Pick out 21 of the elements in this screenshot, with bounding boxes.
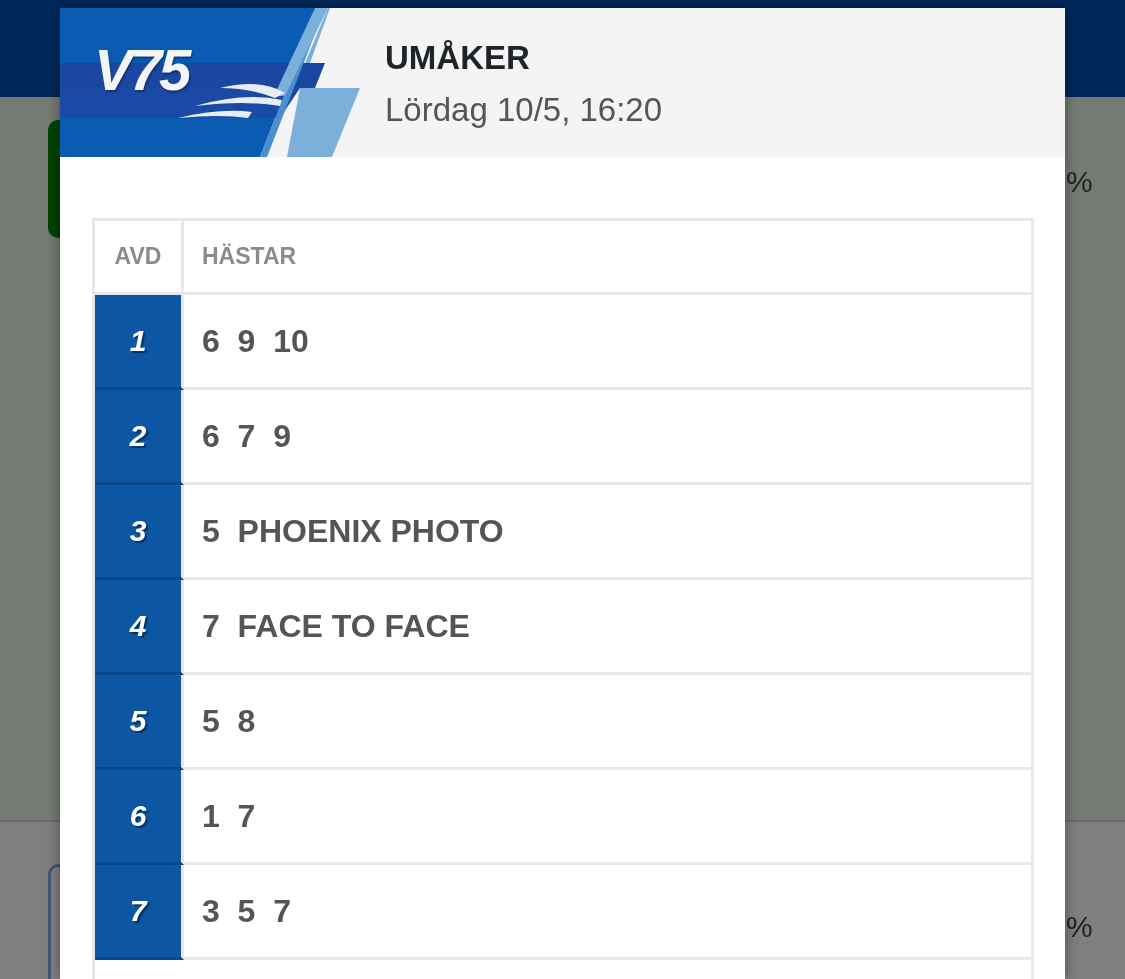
percent-sign: %: [1066, 910, 1093, 944]
leg-number: 2: [95, 390, 184, 485]
leg-number: 1: [95, 295, 184, 390]
leg-number: 7: [95, 865, 184, 960]
leg-number: 3: [95, 485, 184, 580]
logo-text: V75: [94, 38, 189, 102]
column-header: HÄSTAR: [201, 242, 298, 271]
horse-selection: 6 9 10: [201, 321, 310, 361]
leg-number: 6: [95, 770, 184, 865]
race-datetime: Lördag 10/5, 16:20: [385, 90, 663, 130]
horse-selection: 5 PHOENIX PHOTO: [201, 511, 505, 551]
horse-selection: 1 7: [201, 796, 257, 836]
horse-selection: 7 FACE TO FACE: [201, 606, 471, 646]
percent-sign: %: [1066, 165, 1093, 199]
column-header: AVD: [95, 221, 184, 292]
horse-selection: 3 5 7: [201, 891, 292, 931]
horse-selection: 6 7 9: [201, 416, 292, 456]
leg-number: 5: [95, 675, 184, 770]
track-name: UMÅKER: [385, 38, 531, 78]
leg-number: 4: [95, 580, 184, 675]
horse-selection: 5 8: [201, 701, 257, 741]
